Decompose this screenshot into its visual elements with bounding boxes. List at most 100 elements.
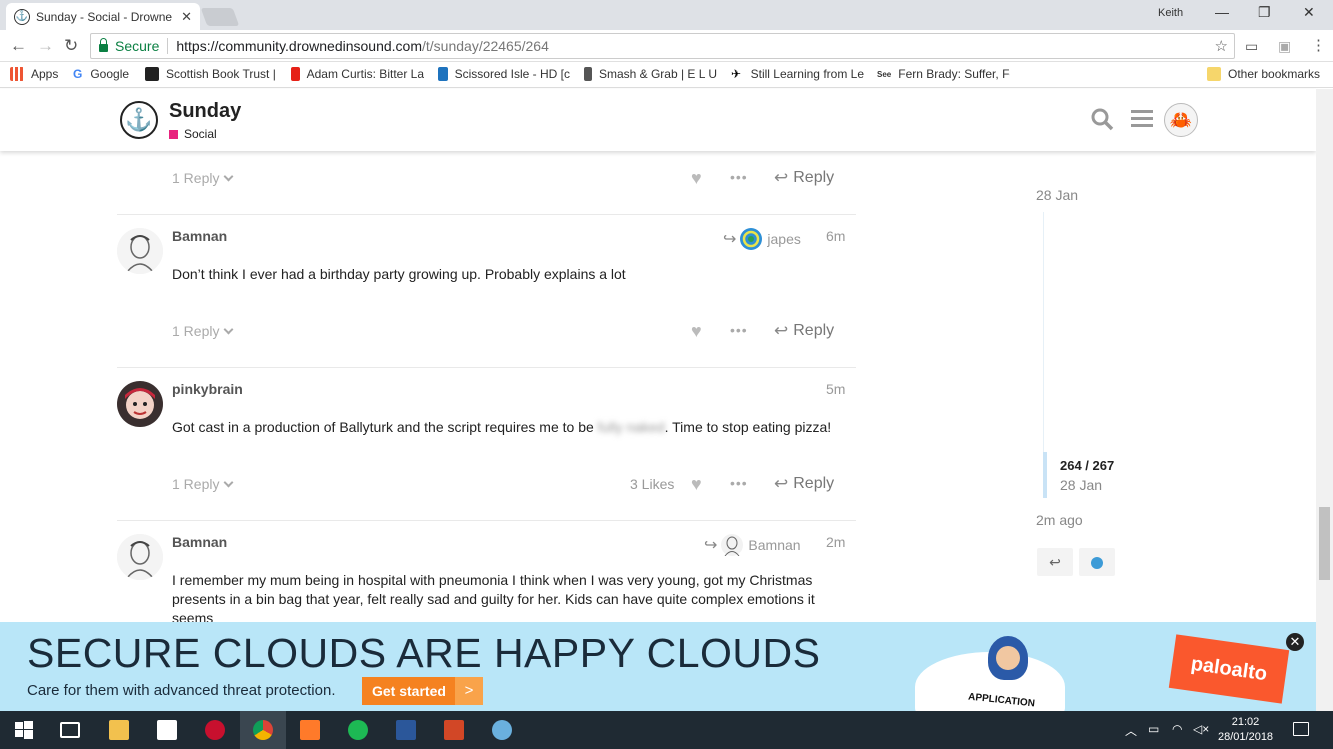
- powerpoint-icon[interactable]: [444, 720, 464, 740]
- battery-icon[interactable]: ▭: [1148, 722, 1159, 736]
- system-clock[interactable]: 21:02 28/01/2018: [1218, 715, 1273, 745]
- reply-button[interactable]: ↩ Reply: [774, 321, 834, 341]
- category-badge[interactable]: Social: [169, 127, 217, 141]
- bamnan-avatar: [721, 534, 744, 556]
- power-app-icon[interactable]: [205, 720, 225, 740]
- address-bar[interactable]: Secure https://community.drownedinsound.…: [90, 33, 1235, 59]
- bookmark-scottish-book-trust[interactable]: Scottish Book Trust |: [145, 67, 277, 81]
- spoiler-text[interactable]: fully naked: [598, 419, 665, 435]
- timeline-unread-button[interactable]: [1079, 548, 1115, 576]
- store-icon[interactable]: [157, 720, 177, 740]
- cast-icon[interactable]: ▭: [1245, 38, 1258, 55]
- anchor-logo-icon[interactable]: ⚓: [120, 101, 158, 139]
- replies-toggle[interactable]: 1 Reply: [172, 476, 234, 492]
- post-body: Don’t think I ever had a birthday party …: [172, 266, 626, 282]
- timeline-handle[interactable]: [1043, 452, 1047, 498]
- avatar[interactable]: [117, 381, 163, 427]
- avatar[interactable]: [117, 228, 163, 274]
- reply-to-arrow-icon: ↪: [723, 231, 737, 248]
- replies-toggle[interactable]: 1 Reply: [172, 323, 234, 339]
- reply-to[interactable]: ↪ japes: [723, 228, 801, 250]
- japes-avatar: [740, 228, 763, 250]
- windows-start-icon[interactable]: [14, 720, 34, 740]
- avatar[interactable]: [117, 534, 163, 580]
- like-heart-icon[interactable]: ♥: [691, 321, 702, 342]
- reload-icon[interactable]: ↻: [64, 36, 78, 56]
- bookmark-apps[interactable]: Apps: [10, 67, 58, 81]
- chrome-icon[interactable]: [253, 720, 273, 740]
- timeline-back-button[interactable]: ↩: [1037, 548, 1073, 576]
- timeline-start-date[interactable]: 28 Jan: [1036, 187, 1078, 203]
- back-icon[interactable]: ←: [10, 36, 27, 56]
- timeline-position-date: 28 Jan: [1060, 477, 1103, 493]
- bookmark-fern-brady[interactable]: See Fern Brady: Suffer, Fo: [877, 67, 1010, 81]
- bookmark-adam-curtis[interactable]: Adam Curtis: Bitter La: [291, 67, 424, 81]
- ad-arrow-button[interactable]: >: [455, 677, 483, 705]
- minimize-icon[interactable]: —: [1215, 4, 1229, 20]
- ad-get-started-button[interactable]: Get started: [362, 677, 456, 705]
- bookmark-scissored-isle[interactable]: Scissored Isle - HD [c: [438, 67, 570, 81]
- bookmark-google[interactable]: G Google: [73, 67, 129, 81]
- see-icon: See: [877, 69, 892, 79]
- restore-icon[interactable]: ❐: [1258, 4, 1271, 21]
- reply-button[interactable]: ↩ Reply: [774, 168, 834, 188]
- replies-toggle[interactable]: 1 Reply: [172, 170, 234, 186]
- post-time[interactable]: 6m: [826, 228, 845, 244]
- close-tab-icon[interactable]: ✕: [181, 9, 192, 25]
- new-tab-button[interactable]: [200, 8, 240, 26]
- scrollbar-thumb[interactable]: [1319, 507, 1330, 580]
- search-icon[interactable]: [1090, 107, 1114, 138]
- advertisement-banner[interactable]: SECURE CLOUDS ARE HAPPY CLOUDS Care for …: [0, 622, 1316, 711]
- post-time[interactable]: 2m: [826, 534, 845, 550]
- volume-icon[interactable]: ◁×: [1193, 722, 1209, 736]
- username[interactable]: pinkybrain: [172, 381, 243, 397]
- ad-close-icon[interactable]: ✕: [1286, 633, 1304, 651]
- extension-icon[interactable]: ▣: [1278, 38, 1291, 55]
- username[interactable]: Bamnan: [172, 534, 227, 550]
- hamburger-menu-icon[interactable]: [1131, 110, 1153, 127]
- timeline-position: 264 / 267: [1060, 458, 1115, 473]
- pin-icon: ✈: [731, 67, 744, 81]
- reply-arrow-icon: ↩: [774, 168, 789, 187]
- profile-name[interactable]: Keith: [1158, 7, 1183, 19]
- username[interactable]: Bamnan: [172, 228, 227, 244]
- ad-headline: SECURE CLOUDS ARE HAPPY CLOUDS: [27, 630, 821, 676]
- bookmark-star-icon[interactable]: ☆: [1215, 37, 1228, 55]
- page-scrollbar[interactable]: [1316, 89, 1333, 711]
- file-explorer-icon[interactable]: [109, 720, 129, 740]
- more-dots-icon[interactable]: •••: [730, 169, 748, 185]
- apps-grid-icon: [10, 67, 24, 81]
- tray-chevron-icon[interactable]: ︿: [1125, 722, 1137, 739]
- like-heart-icon[interactable]: ♥: [691, 474, 702, 495]
- ad-person-image: [988, 636, 1028, 680]
- reply-to[interactable]: ↪ Bamnan: [704, 534, 801, 556]
- word-icon[interactable]: [396, 720, 416, 740]
- menu-dots-icon[interactable]: ⋮: [1311, 36, 1326, 54]
- secure-indicator[interactable]: Secure: [91, 38, 159, 54]
- bookmark-smash-grab[interactable]: Smash & Grab | E L U: [584, 67, 717, 81]
- bookmark-still-learning[interactable]: ✈ Still Learning from Le: [731, 67, 864, 81]
- spotify-icon[interactable]: [348, 720, 368, 740]
- close-window-icon[interactable]: ✕: [1303, 4, 1315, 21]
- forward-icon[interactable]: →: [37, 36, 54, 56]
- browser-toolbar: ← → ↻ Secure https://community.drownedin…: [0, 30, 1333, 62]
- notifications-icon[interactable]: [1293, 722, 1309, 736]
- browser-tab[interactable]: ⚓ Sunday - Social - Drowne ✕: [6, 3, 200, 30]
- other-bookmarks[interactable]: Other bookmarks: [1207, 67, 1320, 81]
- media-player-icon[interactable]: [300, 720, 320, 740]
- likes-count[interactable]: 3 Likes: [630, 476, 674, 492]
- post-time[interactable]: 5m: [826, 381, 845, 397]
- topic-title[interactable]: Sunday: [169, 100, 241, 123]
- timeline-end-label[interactable]: 2m ago: [1036, 512, 1083, 528]
- more-dots-icon[interactable]: •••: [730, 475, 748, 491]
- site-header: ⚓ Sunday Social 🦀: [0, 89, 1316, 151]
- like-heart-icon[interactable]: ♥: [691, 168, 702, 189]
- user-avatar[interactable]: 🦀: [1164, 103, 1198, 137]
- wifi-icon[interactable]: ◠: [1172, 722, 1182, 736]
- more-dots-icon[interactable]: •••: [730, 322, 748, 338]
- task-view-icon[interactable]: [60, 722, 80, 738]
- timeline-scroll-track[interactable]: [1043, 212, 1044, 452]
- post-actions: 1 Reply ♥ ••• ↩ Reply: [117, 167, 856, 191]
- reply-button[interactable]: ↩ Reply: [774, 474, 834, 494]
- paint-icon[interactable]: [492, 720, 512, 740]
